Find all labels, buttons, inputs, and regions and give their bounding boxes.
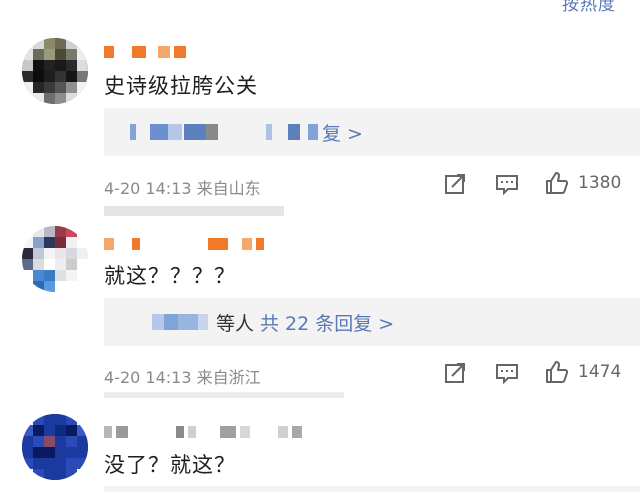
separator (104, 392, 344, 398)
comment-icon[interactable] (494, 172, 520, 196)
avatar[interactable] (22, 226, 88, 292)
comment-text: 史诗级拉胯公关 (104, 74, 258, 98)
comment-icon[interactable] (494, 361, 520, 385)
username[interactable] (104, 424, 302, 440)
comment-actions: 1380 (0, 170, 640, 198)
like-icon[interactable] (544, 171, 570, 195)
share-icon[interactable] (442, 361, 468, 385)
comment-text: 就这？？？？ (104, 264, 236, 288)
username[interactable] (104, 236, 264, 252)
username[interactable] (104, 44, 186, 60)
reply-box[interactable]: 复 > (104, 108, 640, 156)
share-icon[interactable] (442, 172, 468, 196)
like-count: 1380 (578, 173, 622, 193)
avatar[interactable] (22, 38, 88, 104)
comment-text: 没了？就这？ (104, 453, 236, 477)
like-count: 1474 (578, 362, 622, 382)
separator (104, 206, 284, 216)
reply-link[interactable]: 复 > (322, 119, 363, 146)
reply-link[interactable]: 共 22 条回复 > (260, 309, 394, 336)
like-icon[interactable] (544, 360, 570, 384)
top-sort-label[interactable]: 按热度 (562, 0, 616, 15)
reply-prefix: 等人 (216, 313, 255, 335)
comment-actions: 1474 (0, 359, 640, 387)
reply-box[interactable]: 等人 共 22 条回复 > (104, 298, 640, 346)
reply-box (104, 486, 640, 492)
avatar[interactable] (22, 414, 88, 480)
